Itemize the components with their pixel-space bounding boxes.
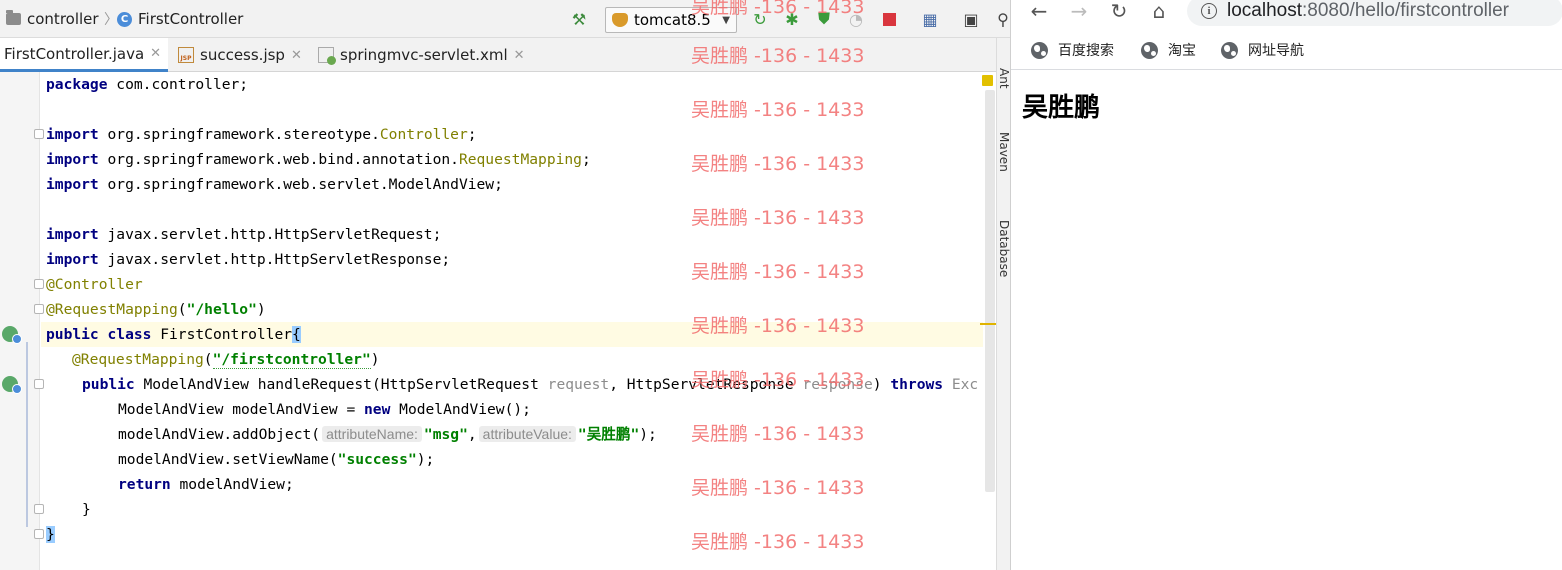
address-bar[interactable]: i localhost:8080/hello/firstcontroller	[1187, 0, 1562, 26]
watermark-text: 吴胜鹏 -136 - 1433	[691, 477, 865, 499]
fold-marker-icon[interactable]	[34, 279, 44, 289]
globe-icon	[1141, 41, 1158, 59]
watermark-text: 吴胜鹏 -136 - 1433	[691, 99, 865, 121]
url-text: localhost:8080/hello/firstcontroller	[1227, 0, 1509, 21]
project-structure-icon[interactable]: ▦	[921, 10, 939, 29]
tab-success-jsp[interactable]: JSP success.jsp ✕	[174, 38, 306, 72]
code-line: import org.springframework.web.bind.anno…	[46, 151, 591, 168]
fold-marker-icon[interactable]	[34, 529, 44, 539]
breadcrumb-label: controller	[27, 10, 99, 28]
code-line: import org.springframework.stereotype.Co…	[46, 126, 477, 143]
bookmark-label: 百度搜索	[1058, 43, 1114, 59]
right-tool-strip: Ant Maven Database	[996, 38, 1010, 570]
stop-icon[interactable]	[880, 10, 898, 28]
parameter-hint: attributeValue:	[478, 426, 576, 442]
bookmarks-bar: 百度搜索 淘宝 网址导航	[1011, 34, 1562, 70]
close-icon[interactable]: ✕	[514, 48, 525, 63]
code-line: import javax.servlet.http.HttpServletRes…	[46, 251, 451, 268]
tab-label: springmvc-servlet.xml	[340, 46, 508, 64]
terminal-icon[interactable]: ▣	[962, 10, 980, 29]
close-icon[interactable]: ✕	[150, 46, 161, 61]
tab-label: FirstController.java	[4, 44, 145, 63]
bookmark-label: 网址导航	[1248, 43, 1304, 59]
code-line: modelAndView.setViewName("success");	[118, 451, 435, 468]
watermark-text: 吴胜鹏 -136 - 1433	[691, 261, 865, 283]
breadcrumb-controller[interactable]: controller	[6, 9, 99, 29]
breadcrumb-separator: 〉	[104, 12, 118, 28]
change-marker	[26, 342, 28, 527]
breadcrumb-label: FirstController	[138, 10, 244, 28]
breadcrumb-firstcontroller[interactable]: C FirstController	[117, 9, 243, 29]
tab-firstcontroller-java[interactable]: FirstController.java ✕	[0, 38, 168, 72]
fold-marker-icon[interactable]	[34, 129, 44, 139]
spring-mapping-gutter-icon[interactable]	[2, 376, 22, 394]
inspection-warning-icon[interactable]	[982, 75, 993, 86]
watermark-text: 吴胜鹏 -136 - 1433	[691, 369, 865, 391]
code-line: @Controller	[46, 276, 143, 293]
xml-file-icon	[318, 47, 336, 65]
watermark-text: 吴胜鹏 -136 - 1433	[691, 207, 865, 229]
tab-springmvc-servlet-xml[interactable]: springmvc-servlet.xml ✕	[314, 38, 529, 72]
code-line: public class FirstController{	[46, 326, 301, 343]
parameter-hint: attributeName:	[322, 426, 422, 442]
class-icon: C	[117, 11, 132, 27]
watermark-text: 吴胜鹏 -136 - 1433	[691, 423, 865, 445]
search-icon[interactable]: ⚲	[994, 10, 1010, 29]
globe-icon	[1031, 41, 1048, 59]
bookmark-item[interactable]: 百度搜索	[1031, 40, 1114, 60]
browser-toolbar: ← → ↻ ⌂ i localhost:8080/hello/firstcont…	[1011, 0, 1562, 34]
code-line: modelAndView.addObject(attributeName: "ms…	[118, 426, 657, 443]
page-heading: 吴胜鹏	[1022, 93, 1101, 123]
spring-bean-gutter-icon[interactable]	[2, 326, 22, 344]
build-hammer-icon[interactable]: ⚒	[570, 10, 588, 29]
caret-position-marker	[980, 323, 996, 325]
code-line: import javax.servlet.http.HttpServletReq…	[46, 226, 442, 243]
tomcat-icon	[612, 13, 628, 27]
bookmark-item[interactable]: 网址导航	[1221, 40, 1304, 60]
tool-window-maven[interactable]: Maven	[997, 132, 1010, 172]
watermark-text: 吴胜鹏 -136 - 1433	[691, 531, 865, 553]
site-info-icon[interactable]: i	[1201, 3, 1217, 19]
watermark-text: 吴胜鹏 -136 - 1433	[691, 153, 865, 175]
globe-icon	[1221, 41, 1238, 59]
back-icon[interactable]: ←	[1027, 0, 1051, 23]
fold-marker-icon[interactable]	[34, 504, 44, 514]
jsp-file-icon: JSP	[178, 47, 194, 63]
watermark-text: 吴胜鹏 -136 - 1433	[691, 315, 865, 337]
code-line: import org.springframework.web.servlet.M…	[46, 176, 503, 193]
tab-label: success.jsp	[200, 46, 285, 64]
reload-icon[interactable]: ↻	[1107, 0, 1131, 23]
browser-window: ← → ↻ ⌂ i localhost:8080/hello/firstcont…	[1010, 0, 1562, 570]
forward-icon[interactable]: →	[1067, 0, 1091, 23]
folder-icon	[6, 10, 21, 25]
tool-window-ant[interactable]: Ant	[997, 68, 1010, 89]
code-line: }	[46, 526, 55, 543]
code-line: @RequestMapping("/hello")	[46, 301, 266, 318]
code-line: }	[82, 501, 91, 518]
bookmark-item[interactable]: 淘宝	[1141, 40, 1196, 60]
editor-scroll-thumb[interactable]	[985, 90, 995, 492]
editor-gutter	[0, 72, 40, 570]
close-icon[interactable]: ✕	[291, 48, 302, 63]
code-line: @RequestMapping("/firstcontroller")	[72, 351, 380, 369]
code-line: ModelAndView modelAndView = new ModelAnd…	[118, 401, 531, 418]
tool-window-database[interactable]: Database	[997, 220, 1010, 277]
code-line: package com.controller;	[46, 76, 249, 93]
fold-marker-icon[interactable]	[34, 379, 44, 389]
watermark-text: 吴胜鹏 -136 - 1433	[691, 45, 865, 67]
fold-marker-icon[interactable]	[34, 304, 44, 314]
watermark-text: 吴胜鹏 -136 - 1433	[691, 0, 865, 18]
code-line: return modelAndView;	[118, 476, 294, 493]
bookmark-label: 淘宝	[1168, 43, 1196, 59]
home-icon[interactable]: ⌂	[1147, 0, 1171, 23]
